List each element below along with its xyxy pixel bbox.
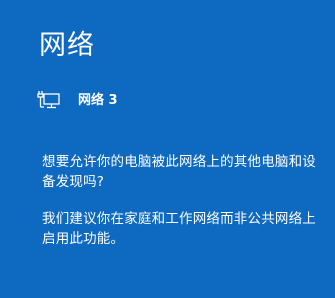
discovery-recommendation: 我们建议你在家庭和工作网络而非公共网络上启用此功能。 bbox=[42, 211, 316, 247]
network-discovery-panel: 网络 网络 3 想要允许你的电脑被此网络上的其他电脑和设备发现吗? 我们建议你在… bbox=[0, 0, 335, 298]
network-wired-icon bbox=[36, 88, 62, 114]
panel-title: 网络 bbox=[39, 30, 95, 61]
network-item: 网络 3 bbox=[36, 88, 118, 114]
discovery-question: 想要允许你的电脑被此网络上的其他电脑和设备发现吗? bbox=[42, 154, 316, 190]
network-name: 网络 3 bbox=[78, 93, 118, 108]
